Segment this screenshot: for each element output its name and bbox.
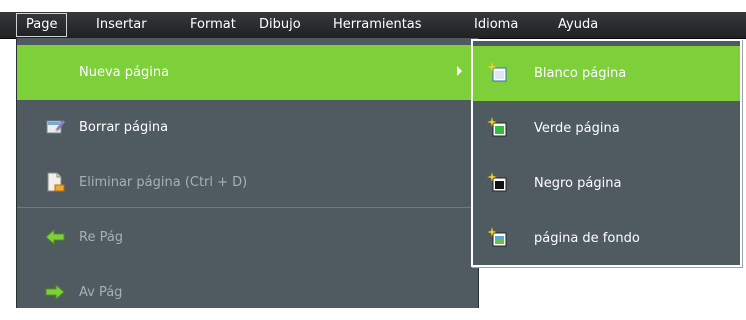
- menu-item-label: Borrar página: [79, 120, 169, 135]
- menu-ayuda[interactable]: Ayuda: [549, 12, 607, 38]
- menu-bar: Page Insertar Format Dibujo Herramientas…: [0, 12, 746, 39]
- page-dropdown-menu: Nueva página Borrar página Eliminar pági…: [16, 38, 479, 308]
- submenu-item-pagina-de-fondo[interactable]: página de fondo: [473, 211, 740, 266]
- menu-item-borrar-pagina[interactable]: Borrar página: [17, 100, 478, 155]
- menu-herramientas[interactable]: Herramientas: [324, 12, 431, 38]
- menu-page[interactable]: Page: [16, 13, 68, 37]
- menu-item-av-pag[interactable]: Av Pág: [17, 265, 478, 320]
- arrow-right-icon: [45, 283, 65, 301]
- menu-item-label: Eliminar página (Ctrl + D): [79, 175, 248, 190]
- menu-item-label: Nueva página: [79, 65, 170, 80]
- erase-page-icon: [46, 120, 65, 134]
- submenu-item-label: página de fondo: [534, 231, 640, 246]
- black-page-icon: [487, 172, 507, 192]
- background-page-icon: [487, 227, 507, 247]
- menu-item-label: Av Pág: [79, 285, 123, 300]
- new-page-submenu: Blanco página Verde página Negro página …: [471, 39, 742, 267]
- menu-insertar[interactable]: Insertar: [87, 12, 156, 38]
- menu-idioma[interactable]: Idioma: [465, 12, 527, 38]
- menu-separator: [17, 207, 478, 208]
- cropped-title-strip: [0, 0, 746, 12]
- arrow-left-icon: [45, 228, 65, 246]
- delete-page-icon: [47, 172, 65, 192]
- menu-item-nueva-pagina[interactable]: Nueva página: [17, 45, 478, 100]
- menu-item-re-pag[interactable]: Re Pág: [17, 210, 478, 265]
- submenu-arrow-icon: [457, 66, 462, 76]
- submenu-item-label: Verde página: [534, 121, 620, 136]
- submenu-item-label: Blanco página: [534, 66, 627, 81]
- menu-dibujo[interactable]: Dibujo: [250, 12, 310, 38]
- white-page-icon: [487, 62, 507, 82]
- green-page-icon: [487, 117, 507, 137]
- submenu-item-label: Negro página: [534, 176, 622, 191]
- menu-item-label: Re Pág: [79, 230, 124, 245]
- submenu-item-negro-pagina[interactable]: Negro página: [473, 156, 740, 211]
- submenu-item-verde-pagina[interactable]: Verde página: [473, 101, 740, 156]
- submenu-item-blanco-pagina[interactable]: Blanco página: [473, 46, 740, 101]
- menu-format[interactable]: Format: [181, 12, 245, 38]
- menu-item-eliminar-pagina[interactable]: Eliminar página (Ctrl + D): [17, 155, 478, 210]
